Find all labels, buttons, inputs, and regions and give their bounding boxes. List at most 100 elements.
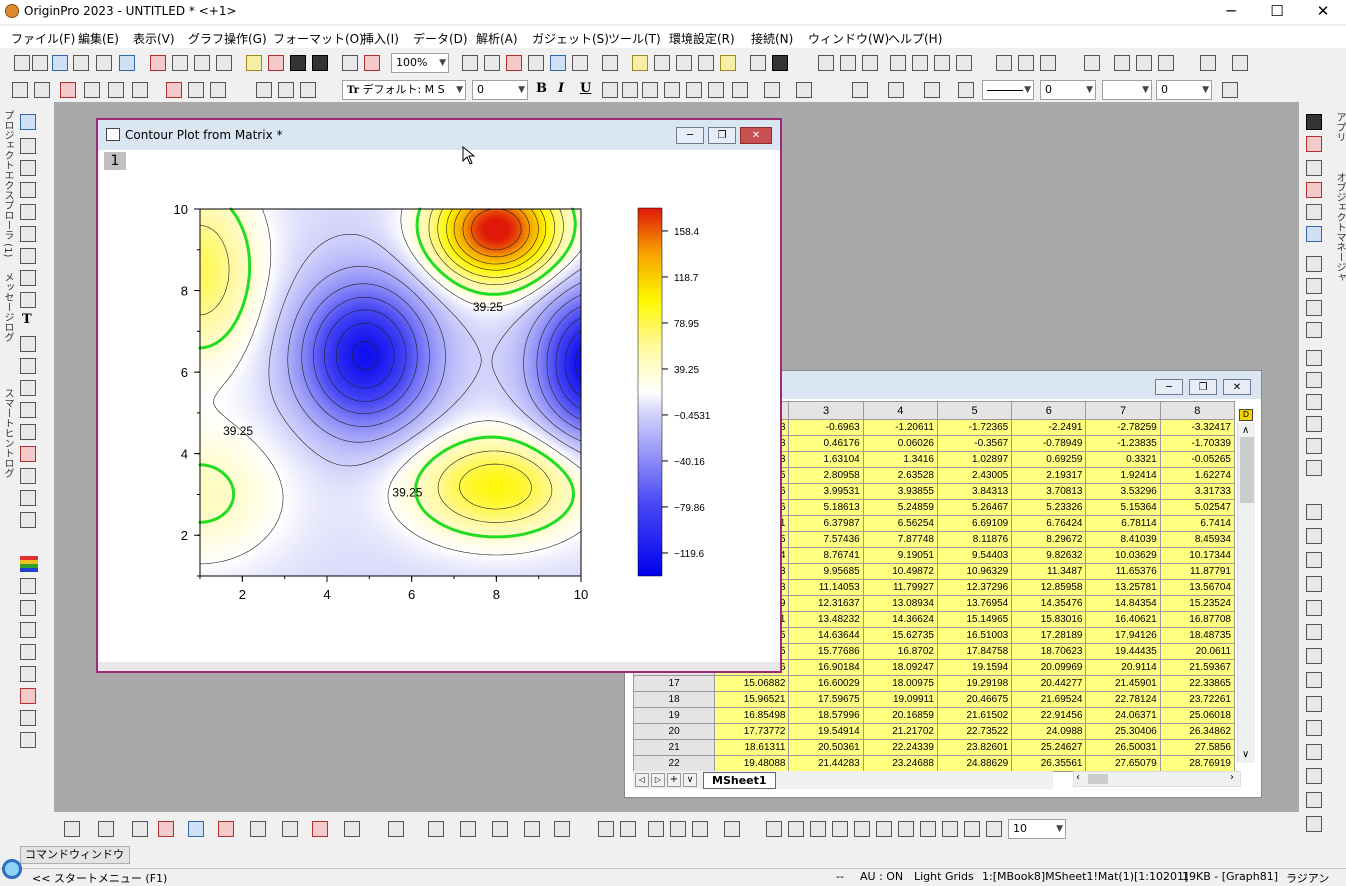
- new-notes-icon[interactable]: [194, 55, 210, 71]
- matrix-cell[interactable]: 10.49872: [862, 563, 938, 580]
- horizontal-scrollbar[interactable]: ‹ ›: [1073, 771, 1241, 787]
- matrix-cell[interactable]: 5.02547: [1159, 499, 1236, 516]
- graph-window-titlebar[interactable]: Contour Plot from Matrix * ─ ❐ ✕: [98, 120, 780, 150]
- menu-gadgets[interactable]: ガジェット(S): [532, 30, 609, 47]
- data-selector-icon[interactable]: [20, 226, 36, 242]
- search-icon[interactable]: [2, 859, 22, 879]
- maximize-button[interactable]: ☐: [1254, 0, 1300, 24]
- 3d-surface-icon[interactable]: [388, 821, 404, 837]
- arrow-tool-icon[interactable]: [20, 358, 36, 374]
- matrix-cell[interactable]: 24.06371: [1085, 707, 1161, 724]
- matrix-cell[interactable]: -0.05265: [1159, 451, 1236, 468]
- matrix-cell[interactable]: -0.78949: [1011, 435, 1087, 452]
- matrix-cell[interactable]: 2.19317: [1011, 467, 1087, 484]
- stop-icon[interactable]: [364, 55, 380, 71]
- find-icon[interactable]: [632, 55, 648, 71]
- matrix-cell[interactable]: -1.72365: [936, 419, 1013, 436]
- apps-tab[interactable]: アプリ: [1332, 112, 1346, 152]
- matrix-cell[interactable]: 26.34862: [1159, 723, 1236, 740]
- column-header[interactable]: 3: [788, 401, 864, 420]
- decrease-font-icon[interactable]: [708, 82, 724, 98]
- column-header[interactable]: 6: [1011, 401, 1087, 420]
- matrix-cell[interactable]: -0.6963: [788, 419, 864, 436]
- supersubscript-icon[interactable]: [642, 82, 658, 98]
- matrix-cell[interactable]: 16.8702: [862, 643, 938, 660]
- save-icon[interactable]: [290, 55, 306, 71]
- superscript-icon[interactable]: [602, 82, 618, 98]
- matrix-cell[interactable]: 13.08934: [862, 595, 938, 612]
- matrix-cell[interactable]: 3.53296: [1085, 483, 1161, 500]
- matrix-cell[interactable]: 22.24339: [862, 739, 938, 756]
- align-left-edge-icon[interactable]: [1306, 504, 1322, 520]
- layout-icon[interactable]: [1306, 256, 1322, 272]
- matrix-cell[interactable]: 15.14965: [936, 611, 1013, 628]
- matrix-cell[interactable]: 2.80958: [788, 467, 864, 484]
- matrix-cell[interactable]: 14.63644: [788, 627, 864, 644]
- axis-icon-2[interactable]: [1306, 160, 1322, 176]
- code-builder-icon[interactable]: [550, 55, 566, 71]
- prev-sheet-button[interactable]: ◁: [635, 773, 649, 787]
- new-script-icon[interactable]: [216, 55, 232, 71]
- graph-restore-button[interactable]: ❐: [708, 127, 736, 144]
- open-icon[interactable]: [246, 55, 262, 71]
- graph-window[interactable]: Contour Plot from Matrix * ─ ❐ ✕ 1 39.25…: [96, 118, 782, 673]
- pointer-icon[interactable]: [20, 114, 36, 130]
- fit-page-icon[interactable]: [12, 82, 28, 98]
- graph-close-button[interactable]: ✕: [740, 127, 772, 144]
- settings-icon[interactable]: [720, 55, 736, 71]
- filter-icon[interactable]: [996, 55, 1012, 71]
- apps-icon[interactable]: [1306, 226, 1322, 242]
- matrix-cell[interactable]: 19.48088: [714, 755, 790, 772]
- matrix-cell[interactable]: 20.0611: [1159, 643, 1236, 660]
- matrix-cell[interactable]: 16.90184: [788, 659, 864, 676]
- 3d-wire-icon[interactable]: [428, 821, 444, 837]
- matrix-cell[interactable]: 23.72261: [1159, 691, 1236, 708]
- menu-format[interactable]: フォーマット(O): [273, 30, 364, 47]
- matrix-cell[interactable]: 19.29198: [936, 675, 1013, 692]
- font-combo[interactable]: Tr デフォルト: M S ▼: [342, 80, 466, 100]
- matrix-cell[interactable]: -1.23835: [1085, 435, 1161, 452]
- contour-label[interactable]: 39.25: [473, 300, 503, 314]
- matrix-cell[interactable]: 18.48735: [1159, 627, 1236, 644]
- tilt-icon[interactable]: [620, 821, 636, 837]
- layer-order-icon[interactable]: [724, 821, 740, 837]
- axis-offset-icon[interactable]: [1306, 438, 1322, 454]
- matrix-cell[interactable]: 18.09247: [862, 659, 938, 676]
- menu-help[interactable]: ヘルプ(H): [888, 30, 942, 47]
- column-plot-icon[interactable]: [158, 821, 174, 837]
- matrix-cell[interactable]: 18.70623: [1011, 643, 1087, 660]
- axis-right-icon[interactable]: [1306, 394, 1322, 410]
- horizontal-scroll-thumb[interactable]: [1088, 774, 1108, 784]
- rotate-icon[interactable]: [598, 821, 614, 837]
- merge-graph-icon[interactable]: [60, 82, 76, 98]
- new-function-icon[interactable]: [150, 55, 166, 71]
- matrix-cell[interactable]: 23.82601: [936, 739, 1013, 756]
- matrix-cell[interactable]: 22.33865: [1159, 675, 1236, 692]
- close-button[interactable]: ✕: [1300, 0, 1346, 24]
- layer-contents-icon[interactable]: [84, 82, 100, 98]
- matrix-cell[interactable]: 28.76919: [1159, 755, 1236, 772]
- front-icon[interactable]: [1306, 792, 1322, 808]
- recalculate-icon[interactable]: [342, 55, 358, 71]
- matrix-cell[interactable]: 26.50031: [1085, 739, 1161, 756]
- menu-data[interactable]: データ(D): [413, 30, 468, 47]
- zoom-tool-icon[interactable]: [20, 138, 36, 154]
- grid-icon[interactable]: [1306, 278, 1322, 294]
- matrix-cell[interactable]: 1.92414: [1085, 467, 1161, 484]
- matrix-cell[interactable]: 0.3321: [1085, 451, 1161, 468]
- script-window-icon[interactable]: [772, 55, 788, 71]
- shield-icon[interactable]: [648, 821, 664, 837]
- contour-label[interactable]: 39.25: [223, 424, 253, 438]
- matrix-cell[interactable]: 11.87791: [1159, 563, 1236, 580]
- extract-layers-icon[interactable]: [132, 82, 148, 98]
- matrix-cell[interactable]: 10.17344: [1159, 547, 1236, 564]
- rotation-step-combo[interactable]: 10 ▼: [1008, 819, 1066, 839]
- color-map-icon[interactable]: [20, 556, 38, 572]
- new-book-icon[interactable]: [52, 55, 68, 71]
- sheet-minimize-button[interactable]: ─: [1155, 379, 1183, 395]
- matrix-cell[interactable]: 13.25781: [1085, 579, 1161, 596]
- matrix-cell[interactable]: 5.15364: [1085, 499, 1161, 516]
- matrix-cell[interactable]: 27.65079: [1085, 755, 1161, 772]
- ungroup-icon[interactable]: [1306, 768, 1322, 784]
- matrix-cell[interactable]: 25.24627: [1011, 739, 1087, 756]
